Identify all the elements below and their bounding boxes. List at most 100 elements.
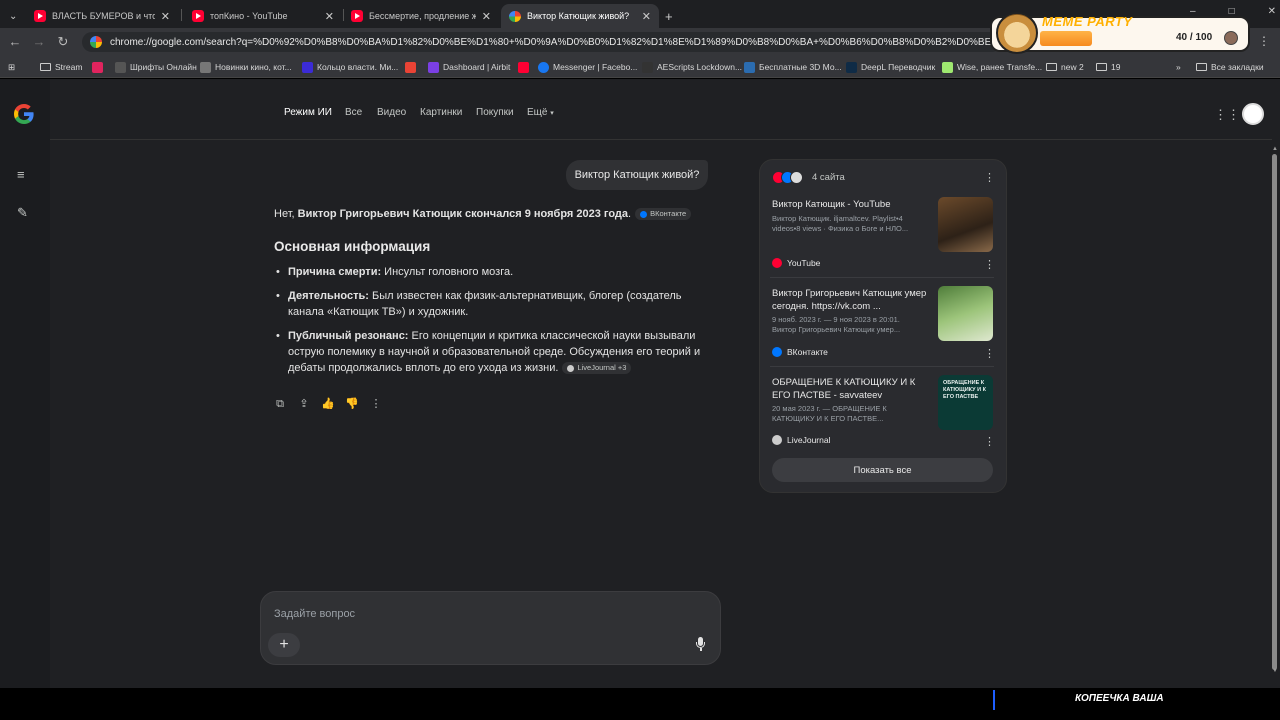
font-icon [115, 61, 126, 73]
tab-title: ВЛАСТЬ БУМЕРОВ и что с этим [52, 11, 155, 21]
bookmark-wise[interactable]: Wise, ранее Transfe... [942, 60, 1042, 74]
ask-input[interactable] [274, 606, 674, 622]
thumbs-down-icon[interactable]: 👎 [345, 397, 359, 411]
microphone-icon[interactable] [695, 637, 706, 652]
tab-bessmertie[interactable]: Бессмертие, продление жизни ✕ [343, 4, 499, 28]
tab-vlast-bumerov[interactable]: ВЛАСТЬ БУМЕРОВ и что с этим ✕ [26, 4, 178, 28]
tab-title: Бессмертие, продление жизни [369, 11, 476, 21]
bookmark-deepl[interactable]: DeepL Переводчик [846, 60, 935, 74]
source-title-vk[interactable]: Виктор Григорьевич Катющик умер сегодня.… [772, 287, 932, 313]
apps-icon[interactable]: ⊞ [8, 60, 15, 74]
close-tab-icon[interactable]: ✕ [482, 10, 491, 23]
gmail-icon [405, 61, 416, 73]
divider [770, 366, 994, 367]
scrollbar-thumb[interactable] [1272, 154, 1277, 670]
address-bar[interactable]: chrome://google.com/search?q=%D0%92%D0%B… [82, 32, 1002, 52]
header-divider [50, 139, 1272, 140]
bookmark-youtube[interactable] [518, 60, 533, 74]
tab-all[interactable]: Все [345, 107, 362, 118]
tab-images[interactable]: Картинки [420, 107, 462, 118]
close-tab-icon[interactable]: ✕ [325, 10, 334, 23]
bookmark-stream[interactable]: Stream [40, 60, 82, 74]
ask-box [260, 591, 721, 665]
bookmark-lm[interactable] [92, 60, 107, 74]
source-thumbnail[interactable] [938, 286, 993, 341]
share-icon[interactable]: ⇪ [297, 397, 311, 411]
show-all-button[interactable]: Показать все [772, 458, 993, 482]
aescripts-icon [642, 61, 653, 73]
tab-more[interactable]: Ещё ▾ [527, 107, 554, 118]
chevron-down-icon: ▾ [550, 110, 554, 117]
facts-list: Причина смерти: Инсульт головного мозга.… [274, 264, 714, 384]
add-attachment-button[interactable]: + [268, 633, 300, 657]
all-bookmarks[interactable]: Все закладки [1196, 60, 1264, 74]
source-title-livejournal[interactable]: ОБРАЩЕНИЕ К КАТЮЩИКУ И К ЕГО ПАСТВЕ - sa… [772, 376, 932, 402]
menu-icon[interactable]: ⋮ [1258, 34, 1270, 48]
source-chip-vk[interactable]: ВКонтакте [635, 208, 692, 221]
google-logo[interactable] [12, 102, 36, 126]
tab-ai-mode[interactable]: Режим ИИ [284, 107, 332, 118]
forward-icon[interactable]: → [29, 32, 49, 52]
bookmark-aescripts[interactable]: AEScripts Lockdown... [642, 60, 742, 74]
youtube-icon [34, 10, 46, 22]
meme-title: MEME PARTY [1042, 14, 1133, 29]
back-icon[interactable]: ← [5, 32, 25, 52]
bookmark-airbit[interactable]: Dashboard | Airbit [428, 60, 510, 74]
livejournal-icon [790, 171, 803, 184]
new-chat-icon[interactable]: ✎ [17, 205, 28, 221]
reload-icon[interactable]: ↻ [53, 32, 73, 52]
folder-icon [40, 63, 51, 71]
tab-topkino[interactable]: топКино - YouTube ✕ [184, 4, 342, 28]
close-window-button[interactable]: ✕ [1268, 6, 1276, 22]
tab-title: Виктор Катющик живой? [527, 11, 630, 21]
account-avatar[interactable] [1242, 103, 1264, 125]
copy-icon[interactable]: ⧉ [273, 397, 287, 411]
airbit-icon [428, 61, 439, 73]
tab-shopping[interactable]: Покупки [476, 107, 514, 118]
answer-heading: Основная информация [274, 239, 431, 254]
user-query-bubble: Виктор Катющик живой? [566, 160, 708, 190]
source-chip-livejournal[interactable]: LiveJournal +3 [562, 362, 632, 375]
bookmark-koltso[interactable]: Кольцо власти. Ми... [302, 60, 398, 74]
bookmark-19[interactable]: 19 [1096, 60, 1120, 74]
cursor-mark [993, 690, 995, 710]
bookmarks-overflow[interactable]: » [1176, 60, 1181, 74]
tab-search-button[interactable]: ⌄ [6, 4, 24, 28]
r-icon [302, 61, 313, 73]
source-site-vk[interactable]: ВКонтакте [772, 347, 828, 357]
sources-count: 4 сайта [812, 172, 845, 183]
more-options-icon[interactable]: ⋮ [984, 435, 995, 448]
bookmark-new2[interactable]: new 2 [1046, 60, 1084, 74]
bookmark-novinki[interactable]: Новинки кино, кот... [200, 60, 292, 74]
tab-active-google[interactable]: Виктор Катющик живой? ✕ [501, 4, 659, 28]
close-tab-icon[interactable]: ✕ [642, 10, 651, 23]
scrollbar[interactable]: ▲ ▼ [1271, 146, 1278, 676]
more-options-icon[interactable]: ⋮ [984, 347, 995, 360]
scroll-down-icon[interactable]: ▼ [1272, 668, 1278, 674]
more-options-icon[interactable]: ⋮ [984, 171, 995, 184]
source-snippet: 9 нояб. 2023 г. — 9 ноя 2023 в 20:01. Ви… [772, 315, 901, 334]
google-icon [90, 36, 102, 48]
source-site-livejournal[interactable]: LiveJournal [772, 435, 830, 445]
thumbs-up-icon[interactable]: 👍 [321, 397, 335, 411]
deepl-icon [846, 61, 857, 73]
lm-icon [92, 61, 103, 73]
more-options-icon[interactable]: ⋮ [369, 397, 383, 411]
source-site-youtube[interactable]: YouTube [772, 258, 820, 268]
more-options-icon[interactable]: ⋮ [984, 258, 995, 271]
source-thumbnail[interactable] [938, 197, 993, 252]
left-rail [0, 79, 50, 688]
bookmark-gmail[interactable] [405, 60, 420, 74]
tab-video[interactable]: Видео [377, 107, 406, 118]
bookmark-3d[interactable]: Бесплатные 3D Мо... [744, 60, 842, 74]
apps-grid-icon[interactable]: ⋮⋮ [1214, 107, 1240, 123]
bookmark-messenger[interactable]: Messenger | Facebo... [538, 60, 637, 74]
bookmark-shrifty[interactable]: Шрифты Онлайн [115, 60, 197, 74]
scroll-up-icon[interactable]: ▲ [1272, 146, 1278, 152]
new-tab-button[interactable]: + [661, 4, 681, 28]
close-tab-icon[interactable]: ✕ [161, 10, 170, 23]
source-title-youtube[interactable]: Виктор Катющик - YouTube [772, 198, 932, 211]
history-icon[interactable]: ≡ [17, 167, 25, 182]
divider [770, 277, 994, 278]
source-thumbnail[interactable]: ОБРАЩЕНИЕ К КАТЮЩИКУ И К ЕГО ПАСТВЕ [938, 375, 993, 430]
